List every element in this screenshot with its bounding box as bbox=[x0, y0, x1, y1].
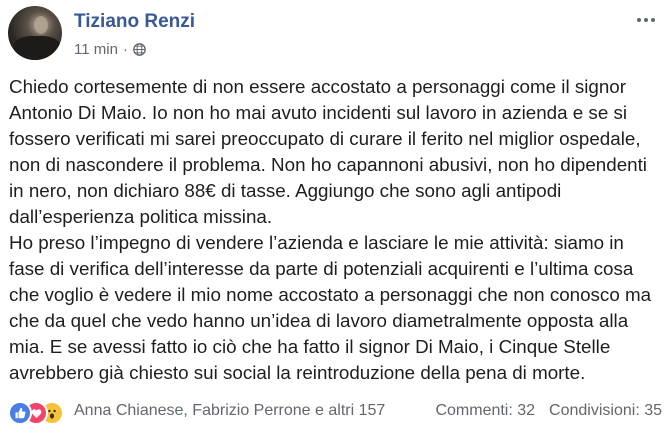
post-header: Tiziano Renzi 11 min · bbox=[8, 6, 662, 64]
like-icon bbox=[8, 401, 32, 425]
meta-separator: · bbox=[122, 41, 128, 58]
post-paragraph-1: Chiedo cortesemente di non essere accost… bbox=[9, 76, 647, 227]
facebook-post: Tiziano Renzi 11 min · Chiedo cortesement… bbox=[0, 0, 670, 433]
reactors-summary[interactable]: Anna Chianese, Fabrizio Perrone e altri … bbox=[74, 402, 385, 420]
author-name[interactable]: Tiziano Renzi bbox=[74, 11, 195, 33]
more-horizontal-icon[interactable] bbox=[632, 10, 660, 30]
post-meta: 11 min · bbox=[74, 41, 146, 58]
shares-count[interactable]: Condivisioni: 35 bbox=[549, 402, 662, 419]
avatar-shoulders bbox=[14, 36, 60, 60]
avatar-face bbox=[34, 16, 48, 34]
avatar[interactable] bbox=[8, 6, 62, 60]
reaction-icons[interactable] bbox=[8, 401, 74, 425]
post-stats: Commenti: 32 Condivisioni: 35 bbox=[435, 402, 662, 420]
globe-icon[interactable] bbox=[133, 43, 146, 56]
post-text: Chiedo cortesemente di non essere accost… bbox=[9, 74, 663, 386]
post-footer: Anna Chianese, Fabrizio Perrone e altri … bbox=[8, 401, 662, 425]
post-timestamp[interactable]: 11 min bbox=[74, 41, 118, 58]
post-paragraph-2: Ho preso l’impegno di vendere l’azienda … bbox=[9, 232, 652, 383]
comments-count[interactable]: Commenti: 32 bbox=[435, 402, 535, 419]
